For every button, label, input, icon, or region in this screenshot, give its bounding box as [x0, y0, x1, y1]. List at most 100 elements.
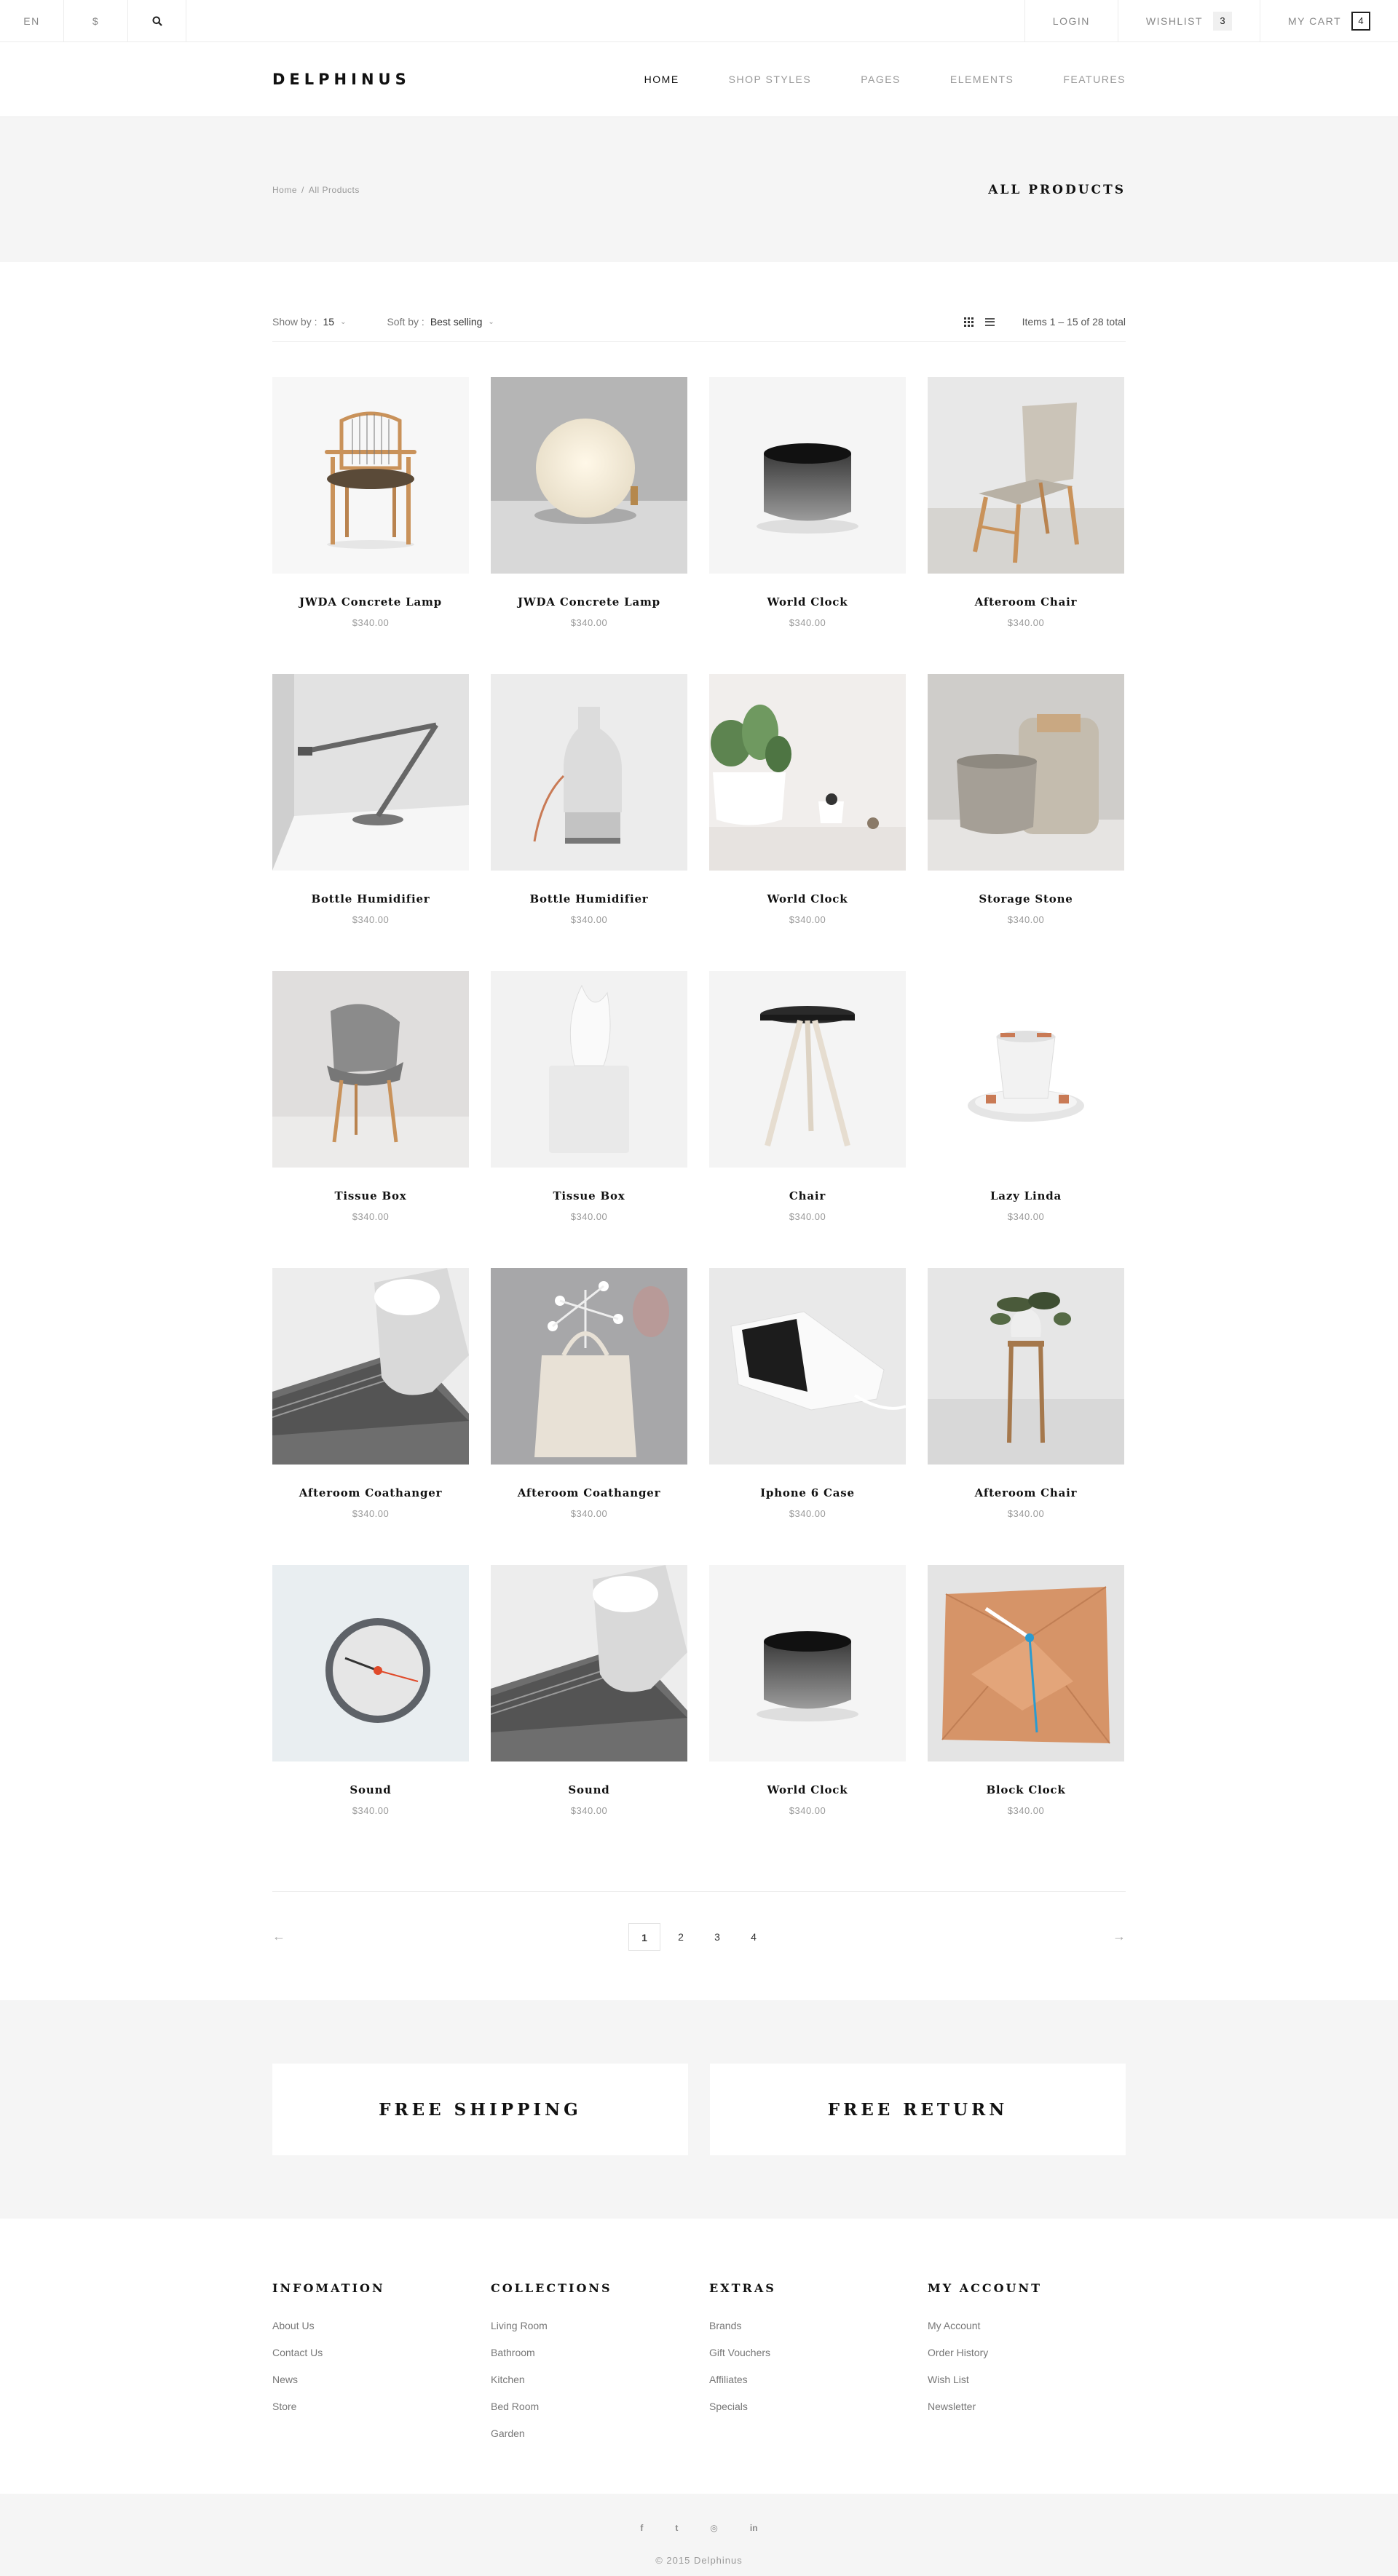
- product-card[interactable]: Sound $340.00: [272, 1565, 469, 1862]
- nav-elements[interactable]: ELEMENTS: [950, 74, 1014, 85]
- product-name[interactable]: Tissue Box: [491, 1189, 687, 1202]
- product-name[interactable]: World Clock: [709, 892, 906, 905]
- product-name[interactable]: Bottle Humidifier: [491, 892, 687, 905]
- footer-link-bathroom[interactable]: Bathroom: [491, 2347, 687, 2358]
- page-link-2[interactable]: 2: [665, 1923, 697, 1951]
- footer-link-specials[interactable]: Specials: [709, 2401, 906, 2412]
- page-link-1[interactable]: 1: [628, 1922, 660, 1951]
- product-name[interactable]: Afteroom Coathanger: [491, 1486, 687, 1499]
- product-image[interactable]: [709, 971, 906, 1168]
- product-name[interactable]: World Clock: [709, 1783, 906, 1796]
- product-name[interactable]: Storage Stone: [928, 892, 1124, 905]
- product-name[interactable]: Tissue Box: [272, 1189, 469, 1202]
- product-image[interactable]: [928, 1565, 1124, 1761]
- product-card[interactable]: World Clock $340.00: [709, 377, 906, 674]
- product-card[interactable]: JWDA Concrete Lamp $340.00: [491, 377, 687, 674]
- page-link-3[interactable]: 3: [701, 1923, 733, 1951]
- footer-link-store[interactable]: Store: [272, 2401, 469, 2412]
- product-image[interactable]: [928, 377, 1124, 574]
- site-logo[interactable]: DELPHINUS: [272, 71, 411, 88]
- product-card[interactable]: Afteroom Coathanger $340.00: [491, 1268, 687, 1565]
- product-image[interactable]: [272, 971, 469, 1168]
- language-selector[interactable]: EN: [0, 0, 64, 41]
- prev-page-arrow-icon[interactable]: ←: [272, 1929, 285, 1944]
- search-button[interactable]: [128, 0, 186, 41]
- currency-selector[interactable]: $: [64, 0, 128, 41]
- footer-link-contact-us[interactable]: Contact Us: [272, 2347, 469, 2358]
- product-card[interactable]: Afteroom Chair $340.00: [928, 377, 1124, 674]
- product-card[interactable]: Tissue Box $340.00: [491, 971, 687, 1268]
- footer-link-bed-room[interactable]: Bed Room: [491, 2401, 687, 2412]
- product-image[interactable]: [272, 674, 469, 871]
- product-image[interactable]: [709, 1565, 906, 1761]
- product-card[interactable]: Bottle Humidifier $340.00: [491, 674, 687, 971]
- product-image[interactable]: [928, 674, 1124, 871]
- nav-features[interactable]: FEATURES: [1063, 74, 1126, 85]
- product-image[interactable]: [272, 1565, 469, 1761]
- page-link-4[interactable]: 4: [738, 1923, 770, 1951]
- product-image[interactable]: [491, 377, 687, 574]
- product-card[interactable]: Afteroom Chair $340.00: [928, 1268, 1124, 1565]
- list-view-icon[interactable]: [984, 317, 995, 326]
- product-image[interactable]: [272, 1268, 469, 1465]
- product-image[interactable]: [709, 377, 906, 574]
- linkedin-icon[interactable]: in: [750, 2523, 758, 2533]
- footer-link-affiliates[interactable]: Affiliates: [709, 2374, 906, 2385]
- product-card[interactable]: Block Clock $340.00: [928, 1565, 1124, 1862]
- product-name[interactable]: Chair: [709, 1189, 906, 1202]
- product-card[interactable]: Storage Stone $340.00: [928, 674, 1124, 971]
- product-name[interactable]: Afteroom Chair: [928, 1486, 1124, 1499]
- footer-link-about-us[interactable]: About Us: [272, 2320, 469, 2331]
- product-name[interactable]: World Clock: [709, 595, 906, 609]
- product-card[interactable]: Lazy Linda $340.00: [928, 971, 1124, 1268]
- nav-home[interactable]: HOME: [644, 74, 679, 85]
- product-card[interactable]: Bottle Humidifier $340.00: [272, 674, 469, 971]
- product-card[interactable]: Sound $340.00: [491, 1565, 687, 1862]
- product-name[interactable]: JWDA Concrete Lamp: [272, 595, 469, 609]
- product-image[interactable]: [491, 1565, 687, 1761]
- product-card[interactable]: World Clock $340.00: [709, 674, 906, 971]
- footer-link-garden[interactable]: Garden: [491, 2428, 687, 2439]
- footer-link-gift-vouchers[interactable]: Gift Vouchers: [709, 2347, 906, 2358]
- footer-link-my-account[interactable]: My Account: [928, 2320, 1124, 2331]
- product-image[interactable]: [491, 971, 687, 1168]
- product-image[interactable]: [491, 1268, 687, 1465]
- product-image[interactable]: [272, 377, 469, 574]
- next-page-arrow-icon[interactable]: →: [1113, 1929, 1126, 1944]
- product-image[interactable]: [709, 1268, 906, 1465]
- product-card[interactable]: Iphone 6 Case $340.00: [709, 1268, 906, 1565]
- product-image[interactable]: [928, 971, 1124, 1168]
- product-name[interactable]: Iphone 6 Case: [709, 1486, 906, 1499]
- grid-view-icon[interactable]: [963, 317, 974, 327]
- product-name[interactable]: Sound: [272, 1783, 469, 1796]
- product-name[interactable]: Lazy Linda: [928, 1189, 1124, 1202]
- footer-link-news[interactable]: News: [272, 2374, 469, 2385]
- footer-link-order-history[interactable]: Order History: [928, 2347, 1124, 2358]
- login-link[interactable]: LOGIN: [1024, 0, 1118, 41]
- facebook-icon[interactable]: f: [640, 2523, 643, 2533]
- product-card[interactable]: Chair $340.00: [709, 971, 906, 1268]
- footer-link-brands[interactable]: Brands: [709, 2320, 906, 2331]
- product-image[interactable]: [491, 674, 687, 871]
- product-image[interactable]: [709, 674, 906, 871]
- product-name[interactable]: Afteroom Coathanger: [272, 1486, 469, 1499]
- sort-by-control[interactable]: Soft by : Best selling ⌄: [387, 316, 494, 328]
- nav-pages[interactable]: PAGES: [861, 74, 901, 85]
- instagram-icon[interactable]: ◎: [710, 2523, 717, 2533]
- product-name[interactable]: Bottle Humidifier: [272, 892, 469, 905]
- product-image[interactable]: [928, 1268, 1124, 1465]
- wishlist-link[interactable]: WISHLIST 3: [1117, 0, 1260, 41]
- twitter-icon[interactable]: t: [675, 2523, 678, 2533]
- footer-link-kitchen[interactable]: Kitchen: [491, 2374, 687, 2385]
- nav-shop-styles[interactable]: SHOP STYLES: [729, 74, 812, 85]
- show-by-control[interactable]: Show by : 15 ⌄: [272, 316, 346, 328]
- footer-link-wish-list[interactable]: Wish List: [928, 2374, 1124, 2385]
- product-name[interactable]: Block Clock: [928, 1783, 1124, 1796]
- breadcrumb-home[interactable]: Home: [272, 185, 297, 195]
- product-card[interactable]: Afteroom Coathanger $340.00: [272, 1268, 469, 1565]
- product-name[interactable]: Afteroom Chair: [928, 595, 1124, 609]
- product-card[interactable]: JWDA Concrete Lamp $340.00: [272, 377, 469, 674]
- product-name[interactable]: Sound: [491, 1783, 687, 1796]
- product-name[interactable]: JWDA Concrete Lamp: [491, 595, 687, 609]
- product-card[interactable]: Tissue Box $340.00: [272, 971, 469, 1268]
